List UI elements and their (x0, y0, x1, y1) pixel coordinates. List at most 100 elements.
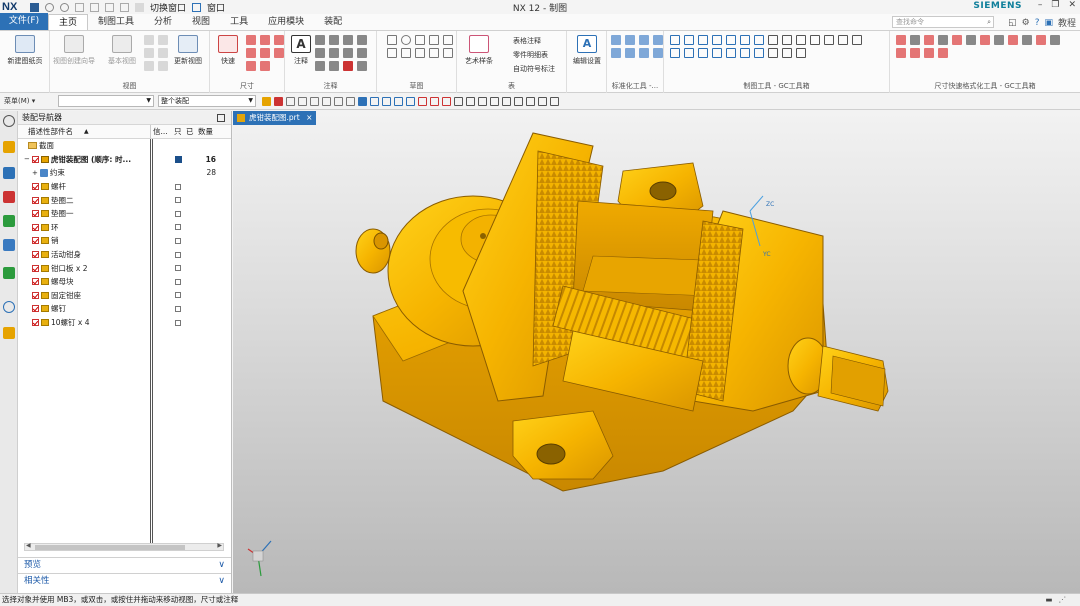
scroll-right-icon[interactable]: ▶ (217, 542, 222, 549)
perimeter-dim-icon[interactable] (260, 61, 270, 71)
gdt-icon[interactable] (329, 35, 339, 45)
gcd-5-icon[interactable] (952, 35, 962, 45)
gc-24-icon[interactable] (796, 48, 806, 58)
paste-icon[interactable] (105, 2, 114, 12)
gcd-13-icon[interactable] (896, 48, 906, 58)
visibility-checkbox[interactable] (32, 210, 39, 218)
update-views-button[interactable]: 更新视图 (166, 35, 210, 66)
snap-9-icon[interactable] (358, 96, 367, 106)
trim-icon[interactable] (415, 48, 425, 58)
tree-row[interactable]: 螺杆 (18, 180, 231, 194)
tree-row[interactable]: 螺母块 (18, 275, 231, 289)
std-tool-3-icon[interactable] (639, 35, 649, 45)
balloon-icon[interactable] (343, 48, 353, 58)
radial-dim-icon[interactable] (260, 35, 270, 45)
gc-23-icon[interactable] (782, 48, 792, 58)
web-browser-icon[interactable] (3, 239, 15, 251)
file-menu-button[interactable]: 文件(F) (0, 13, 48, 30)
horizontal-scrollbar[interactable]: ◀ ▶ (24, 542, 224, 551)
ellipse-icon[interactable] (401, 48, 411, 58)
visibility-checkbox[interactable] (32, 183, 39, 191)
gcd-3-icon[interactable] (924, 35, 934, 45)
tree-row[interactable]: + 约束 28 (18, 166, 231, 180)
tree-row[interactable]: 固定钳座 (18, 289, 231, 303)
gc-14-icon[interactable] (852, 35, 862, 45)
column-header-info[interactable]: 信... (150, 125, 172, 138)
section-view-icon[interactable] (144, 48, 154, 58)
snap-24-icon[interactable] (538, 96, 547, 106)
visibility-checkbox[interactable] (32, 237, 39, 245)
auto-balloon-button[interactable]: 自动符号标注 (513, 64, 555, 74)
column-header-count[interactable]: 数量 (196, 125, 226, 138)
gc-11-icon[interactable] (810, 35, 820, 45)
gcd-4-icon[interactable] (938, 35, 948, 45)
tree-row[interactable]: 钳口板 x 2 (18, 261, 231, 275)
snap-14-icon[interactable] (418, 96, 427, 106)
gc-17-icon[interactable] (698, 48, 708, 58)
tab-tools[interactable]: 工具 (220, 14, 258, 30)
gcd-1-icon[interactable] (896, 35, 906, 45)
gc-5-icon[interactable] (726, 35, 736, 45)
gc-16-icon[interactable] (684, 48, 694, 58)
gc-7-icon[interactable] (754, 35, 764, 45)
menu-button[interactable]: 菜单(M) ▾ (0, 96, 58, 106)
std-tool-5-icon[interactable] (611, 48, 621, 58)
std-tool-2-icon[interactable] (625, 35, 635, 45)
tab-application[interactable]: 应用模块 (258, 14, 314, 30)
gcd-15-icon[interactable] (924, 48, 934, 58)
image-icon[interactable] (329, 61, 339, 71)
column-header-readonly[interactable]: 只 (172, 125, 184, 138)
restore-icon[interactable]: ❐ (1051, 0, 1059, 10)
tree-row[interactable]: 截面 (18, 139, 231, 153)
gcd-11-icon[interactable] (1036, 35, 1046, 45)
gcd-14-icon[interactable] (910, 48, 920, 58)
visibility-checkbox[interactable] (32, 319, 39, 327)
hatch-icon[interactable] (315, 61, 325, 71)
crosshatch-icon[interactable] (357, 61, 367, 71)
gcd-7-icon[interactable] (980, 35, 990, 45)
snap-2-icon[interactable] (274, 96, 283, 106)
std-tool-8-icon[interactable] (653, 48, 663, 58)
vise-assembly-model[interactable]: ZC YC (233, 111, 1080, 593)
expand-icon[interactable]: + (32, 169, 38, 177)
help-icon[interactable]: ? (1035, 18, 1040, 28)
chamfer-dim-icon[interactable] (246, 48, 256, 58)
roles-icon[interactable] (3, 327, 15, 339)
studio-spline-button[interactable]: 艺术样条 (457, 35, 501, 66)
snap-15-icon[interactable] (430, 96, 439, 106)
snap-22-icon[interactable] (514, 96, 523, 106)
std-tool-1-icon[interactable] (611, 35, 621, 45)
snap-20-icon[interactable] (490, 96, 499, 106)
base-view-button[interactable]: 基本视图 (100, 35, 144, 66)
snap-17-icon[interactable] (454, 96, 463, 106)
gc-18-icon[interactable] (712, 48, 722, 58)
circle-icon[interactable] (401, 35, 411, 45)
part-navigator-icon[interactable] (3, 191, 15, 203)
tutorial-icon[interactable]: ▣ (1044, 18, 1053, 28)
selection-scope-dropdown[interactable]: 整个装配 ▼ (158, 95, 256, 107)
switch-window-icon[interactable] (135, 2, 144, 12)
ordinate-dim-icon[interactable] (246, 61, 256, 71)
gcd-12-icon[interactable] (1050, 35, 1060, 45)
visibility-checkbox[interactable] (32, 278, 39, 286)
polygon-icon[interactable] (387, 48, 397, 58)
visibility-checkbox[interactable] (32, 305, 39, 313)
redo-icon[interactable] (60, 2, 69, 12)
graphics-window[interactable]: 虎钳装配图.prt × ZC YC (233, 111, 1080, 593)
gc-3-icon[interactable] (698, 35, 708, 45)
leader-icon[interactable] (315, 35, 325, 45)
gc-19-icon[interactable] (726, 48, 736, 58)
gcd-10-icon[interactable] (1022, 35, 1032, 45)
gc-9-icon[interactable] (782, 35, 792, 45)
symbol-icon[interactable] (343, 61, 353, 71)
snap-18-icon[interactable] (466, 96, 475, 106)
std-tool-6-icon[interactable] (625, 48, 635, 58)
window-icon[interactable] (192, 2, 202, 12)
std-tool-7-icon[interactable] (639, 48, 649, 58)
search-icon[interactable]: ⌕ (987, 17, 991, 27)
snap-6-icon[interactable] (322, 96, 331, 106)
gc-10-icon[interactable] (796, 35, 806, 45)
visibility-checkbox[interactable] (31, 155, 39, 163)
dependencies-panel-toggle[interactable]: 相关性 ∨ (18, 573, 231, 588)
weld-icon[interactable] (357, 35, 367, 45)
